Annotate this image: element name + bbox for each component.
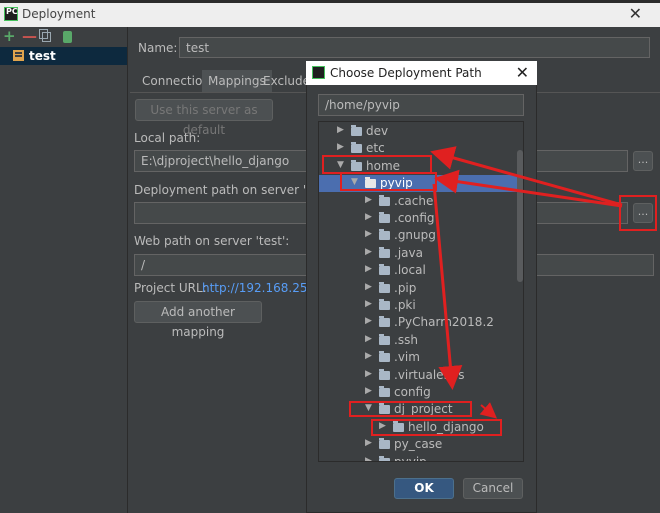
arrow-to-hello-django xyxy=(479,402,498,419)
annotation-arrows xyxy=(430,146,623,419)
arrow-to-dj-project xyxy=(432,183,463,390)
arrow-to-home xyxy=(430,146,623,207)
arrow-to-pyvip xyxy=(434,169,623,208)
